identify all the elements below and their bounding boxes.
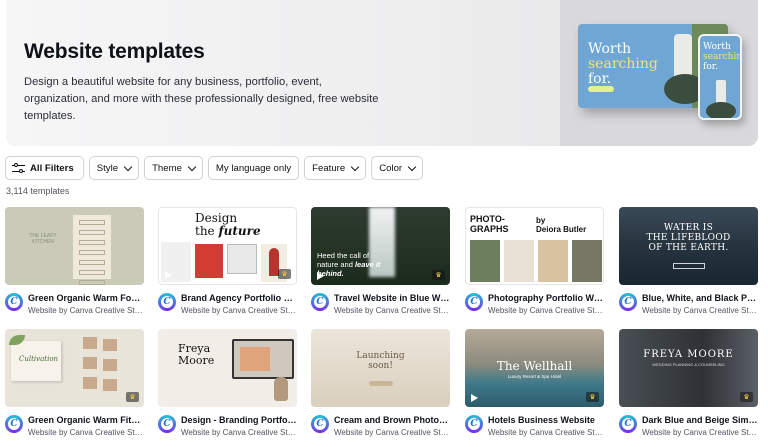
canva-logo-icon[interactable]: C	[619, 293, 637, 311]
template-title[interactable]: Green Organic Warm Fitne...	[28, 415, 144, 425]
template-title[interactable]: Photography Portfolio We...	[488, 293, 604, 303]
result-count: 3,114 templates	[6, 186, 70, 196]
template-author[interactable]: Website by Canva Creative Stud...	[488, 306, 604, 315]
template-title[interactable]: Cream and Brown Photogr...	[334, 415, 450, 425]
template-title[interactable]: Dark Blue and Beige Simpl...	[642, 415, 758, 425]
template-thumbnail[interactable]: Design the future ♛	[158, 207, 297, 285]
filter-bar: All Filters Style Theme My language only…	[5, 156, 424, 180]
canva-logo-icon[interactable]: C	[158, 415, 176, 433]
crown-icon: ♛	[278, 269, 291, 279]
template-author[interactable]: Website by Canva Creative Stud...	[334, 306, 450, 315]
canva-logo-icon[interactable]: C	[465, 415, 483, 433]
color-filter-label: Color	[379, 162, 403, 174]
template-thumbnail[interactable]: Cultivation ♛	[5, 329, 144, 407]
canva-logo-icon[interactable]: C	[5, 293, 23, 311]
mockup-headline: Worth searching for.	[588, 41, 658, 87]
template-thumbnail[interactable]: Freya Moore	[158, 329, 297, 407]
page-description: Design a beautiful website for any busin…	[24, 76, 379, 122]
page-title: Website templates	[24, 40, 205, 63]
canva-logo-icon[interactable]: C	[619, 415, 637, 433]
template-author[interactable]: Website by Canva Creative Stud...	[181, 306, 297, 315]
theme-filter-label: Theme	[152, 162, 182, 174]
template-thumbnail[interactable]: FREYA MOORE WEDDING PLANNING & COUNSELIN…	[619, 329, 758, 407]
template-thumbnail[interactable]: THE LEAFY KITCHEN	[5, 207, 144, 285]
color-filter-dropdown[interactable]: Color	[371, 156, 424, 180]
template-thumbnail[interactable]: Heed the call of nature and leave it behin…	[311, 207, 450, 285]
chevron-down-icon	[407, 162, 417, 171]
template-author[interactable]: Website by Canva Creative Stud...	[642, 428, 758, 437]
style-filter-dropdown[interactable]: Style	[88, 156, 140, 180]
canva-logo-icon[interactable]: C	[158, 293, 176, 311]
canva-logo-icon[interactable]: C	[311, 415, 329, 433]
template-author[interactable]: Website by Canva Creative Stud...	[488, 428, 604, 437]
sliders-icon	[12, 162, 25, 174]
style-filter-label: Style	[96, 162, 119, 174]
all-filters-label: All Filters	[30, 162, 74, 174]
hero-banner: Website templates Design a beautiful web…	[6, 0, 758, 146]
template-thumbnail[interactable]: Launching soon!	[311, 329, 450, 407]
template-title[interactable]: Blue, White, and Black Pho...	[642, 293, 758, 303]
language-filter-label: My language only	[215, 162, 292, 174]
template-author[interactable]: Website by Canva Creative Stud...	[334, 428, 450, 437]
template-author[interactable]: Website by Canva Creative Stud...	[642, 306, 758, 315]
play-icon	[317, 272, 324, 280]
all-filters-button[interactable]: All Filters	[5, 156, 84, 180]
template-title[interactable]: Travel Website in Blue Whi...	[334, 293, 450, 303]
canva-logo-icon[interactable]: C	[465, 293, 483, 311]
phone-mockup: Worth searching for.	[698, 34, 742, 120]
template-title[interactable]: Green Organic Warm Food ...	[28, 293, 144, 303]
template-thumbnail[interactable]: PHOTO- GRAPHS by Deiora Butler	[465, 207, 604, 285]
crown-icon: ♛	[126, 392, 139, 402]
template-title[interactable]: Hotels Business Website	[488, 415, 604, 425]
template-author[interactable]: Website by Canva Creative Stud...	[181, 428, 297, 437]
feature-filter-label: Feature	[312, 162, 346, 174]
crown-icon: ♛	[432, 270, 445, 280]
feature-filter-dropdown[interactable]: Feature	[304, 156, 367, 180]
canva-logo-icon[interactable]: C	[5, 415, 23, 433]
template-author[interactable]: Website by Canva Creative Stud...	[28, 306, 144, 315]
crown-icon: ♛	[740, 392, 753, 402]
language-filter-toggle[interactable]: My language only	[207, 156, 300, 180]
hero-illustration: Worth searching for. Worth searching for…	[560, 0, 758, 146]
theme-filter-dropdown[interactable]: Theme	[144, 156, 203, 180]
chevron-down-icon	[123, 162, 133, 171]
play-icon	[471, 394, 478, 402]
template-thumbnail[interactable]: The Wellhall Luxury Resort & Spa Hotel ♛	[465, 329, 604, 407]
template-author[interactable]: Website by Canva Creative Stud...	[28, 428, 144, 437]
template-title[interactable]: Brand Agency Portfolio W...	[181, 293, 297, 303]
chevron-down-icon	[187, 162, 197, 171]
crown-icon: ♛	[586, 392, 599, 402]
play-icon	[165, 271, 172, 279]
canva-logo-icon[interactable]: C	[311, 293, 329, 311]
chevron-down-icon	[350, 162, 360, 171]
template-thumbnail[interactable]: WATER IS THE LIFEBLOOD OF THE EARTH.	[619, 207, 758, 285]
template-title[interactable]: Design - Branding Portfoli...	[181, 415, 297, 425]
